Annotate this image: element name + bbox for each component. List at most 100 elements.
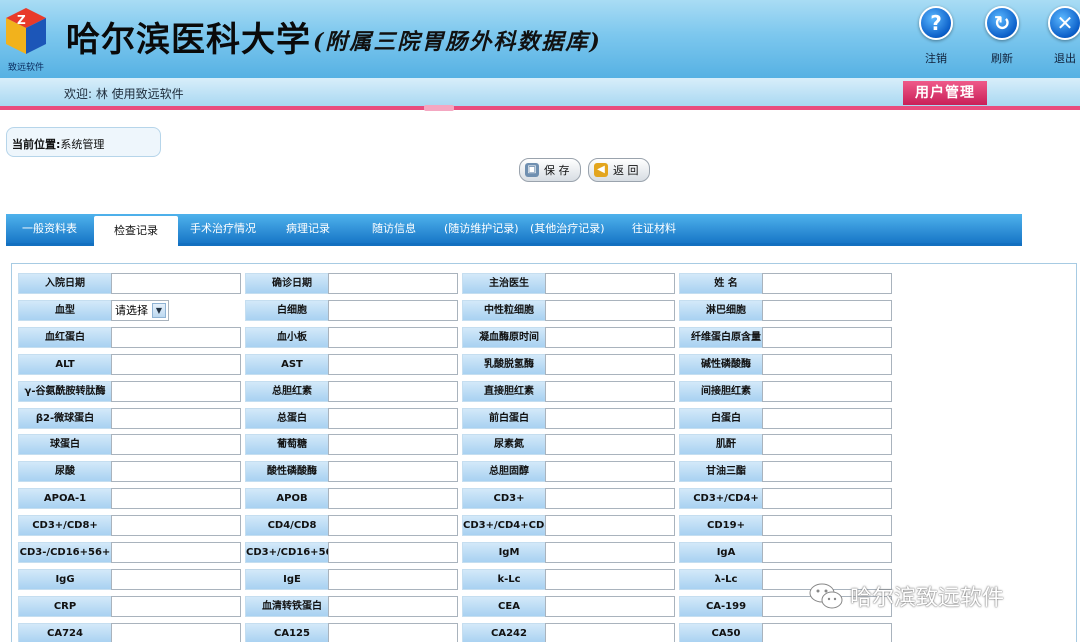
- field-input-d[interactable]: [762, 300, 892, 321]
- field-input-b[interactable]: [328, 461, 458, 482]
- field-input-d[interactable]: [762, 327, 892, 348]
- tab-bar: 一般资料表 检查记录 手术治疗情况 病理记录 随访信息 (随访维护记录) (其他…: [6, 214, 1022, 247]
- tab-followup[interactable]: 随访信息: [372, 214, 416, 243]
- field-input-b[interactable]: [328, 408, 458, 429]
- tab-exam-records[interactable]: 检查记录: [94, 216, 178, 247]
- field-label: IgA: [679, 542, 773, 563]
- field-input-b[interactable]: [328, 381, 458, 402]
- field-label: γ-谷氨酰胺转肽酶: [18, 381, 112, 402]
- tab-other-treatment[interactable]: (其他治疗记录): [530, 214, 605, 243]
- field-label: CA125: [245, 623, 339, 642]
- field-label: IgG: [18, 569, 112, 590]
- field-input-d[interactable]: [762, 354, 892, 375]
- field-label: 尿酸: [18, 461, 112, 482]
- field-input-c[interactable]: [545, 434, 675, 455]
- field-input-c[interactable]: [545, 327, 675, 348]
- field-label: 淋巴细胞: [679, 300, 773, 321]
- breadcrumb-text: 当前位置:系统管理: [12, 136, 104, 152]
- field-input-c[interactable]: [545, 488, 675, 509]
- field-input-a[interactable]: [111, 623, 241, 642]
- field-input-d[interactable]: [762, 273, 892, 294]
- field-label: 肌酐: [679, 434, 773, 455]
- field-input-c[interactable]: [545, 461, 675, 482]
- app-window: Z 致远软件 哈尔滨医科大学 (附属三院胃肠外科数据库) ? 注销 ↻ 刷新 ✕…: [0, 0, 1080, 642]
- back-button[interactable]: ◀ 返 回: [588, 158, 650, 182]
- field-input-a[interactable]: [111, 354, 241, 375]
- field-input-d[interactable]: [762, 488, 892, 509]
- field-input-b[interactable]: [328, 354, 458, 375]
- field-label: 白蛋白: [679, 408, 773, 429]
- field-input-a[interactable]: [111, 408, 241, 429]
- field-label: 血型: [18, 300, 112, 321]
- tab-surgery[interactable]: 手术治疗情况: [190, 214, 256, 243]
- field-input-a[interactable]: [111, 461, 241, 482]
- field-label: CD3+/CD4+: [679, 488, 773, 509]
- field-label: AST: [245, 354, 339, 375]
- field-label: IgE: [245, 569, 339, 590]
- tab-general-info[interactable]: 一般资料表: [22, 214, 77, 243]
- back-arrow-icon: ◀: [594, 163, 608, 177]
- field-label: 总胆固醇: [462, 461, 556, 482]
- field-input-b[interactable]: [328, 515, 458, 536]
- tab-evidence[interactable]: 往证材料: [632, 214, 676, 243]
- user-management-button[interactable]: 用户管理: [903, 81, 987, 105]
- field-input-d[interactable]: [762, 408, 892, 429]
- logo-caption: 致远软件: [8, 63, 45, 73]
- field-input-a[interactable]: [111, 327, 241, 348]
- field-label: 总蛋白: [245, 408, 339, 429]
- field-label: 乳酸脱氢酶: [462, 354, 556, 375]
- field-input-b[interactable]: [328, 273, 458, 294]
- field-label: 前白蛋白: [462, 408, 556, 429]
- refresh-label: 刷新: [991, 52, 1013, 65]
- tab-pathology[interactable]: 病理记录: [286, 214, 330, 243]
- logout-button[interactable]: ? 注销: [911, 6, 961, 70]
- field-input-a[interactable]: [111, 434, 241, 455]
- field-input-d[interactable]: [762, 542, 892, 563]
- field-input-b[interactable]: [328, 596, 458, 617]
- field-input-c[interactable]: [545, 569, 675, 590]
- field-input-c[interactable]: [545, 300, 675, 321]
- field-input-c[interactable]: [545, 596, 675, 617]
- field-input-b[interactable]: [328, 569, 458, 590]
- tab-followup-maintenance[interactable]: (随访维护记录): [444, 214, 519, 243]
- field-input-b[interactable]: [328, 327, 458, 348]
- field-input-c[interactable]: [545, 542, 675, 563]
- field-input-a[interactable]: [111, 542, 241, 563]
- field-label: 碱性磷酸酶: [679, 354, 773, 375]
- field-label: 凝血酶原时间: [462, 327, 556, 348]
- collapse-handle[interactable]: [424, 105, 454, 111]
- chevron-down-icon: ▼: [152, 303, 166, 318]
- field-label: 葡萄糖: [245, 434, 339, 455]
- field-input-b[interactable]: [328, 488, 458, 509]
- field-input-d[interactable]: [762, 515, 892, 536]
- field-input-c[interactable]: [545, 354, 675, 375]
- field-input-b[interactable]: [328, 300, 458, 321]
- field-label: CD3+/CD16+56+: [245, 542, 339, 563]
- field-input-c[interactable]: [545, 381, 675, 402]
- field-label: CD3+/CD8+: [18, 515, 112, 536]
- field-input-b[interactable]: [328, 542, 458, 563]
- field-input-d[interactable]: [762, 461, 892, 482]
- field-input-c[interactable]: [545, 273, 675, 294]
- field-label: CA50: [679, 623, 773, 642]
- welcome-bar: 欢迎: 林 使用致远软件 用户管理: [0, 78, 1080, 106]
- field-input-a[interactable]: [111, 515, 241, 536]
- field-input-a[interactable]: [111, 569, 241, 590]
- field-input-b[interactable]: [328, 434, 458, 455]
- field-label: APOB: [245, 488, 339, 509]
- field-input-d[interactable]: [762, 434, 892, 455]
- blood-type-select[interactable]: 请选择 ▼: [111, 300, 169, 321]
- refresh-button[interactable]: ↻ 刷新: [977, 6, 1027, 70]
- field-input-d[interactable]: [762, 623, 892, 642]
- field-input-a[interactable]: [111, 488, 241, 509]
- field-input-b[interactable]: [328, 623, 458, 642]
- field-input-c[interactable]: [545, 515, 675, 536]
- field-input-d[interactable]: [762, 381, 892, 402]
- exit-button[interactable]: ✕ 退出: [1040, 6, 1080, 70]
- field-input-a[interactable]: [111, 596, 241, 617]
- field-input-c[interactable]: [545, 623, 675, 642]
- field-input-a[interactable]: [111, 381, 241, 402]
- save-button[interactable]: ▣ 保 存: [519, 158, 581, 182]
- field-input-c[interactable]: [545, 408, 675, 429]
- field-input-a[interactable]: [111, 273, 241, 294]
